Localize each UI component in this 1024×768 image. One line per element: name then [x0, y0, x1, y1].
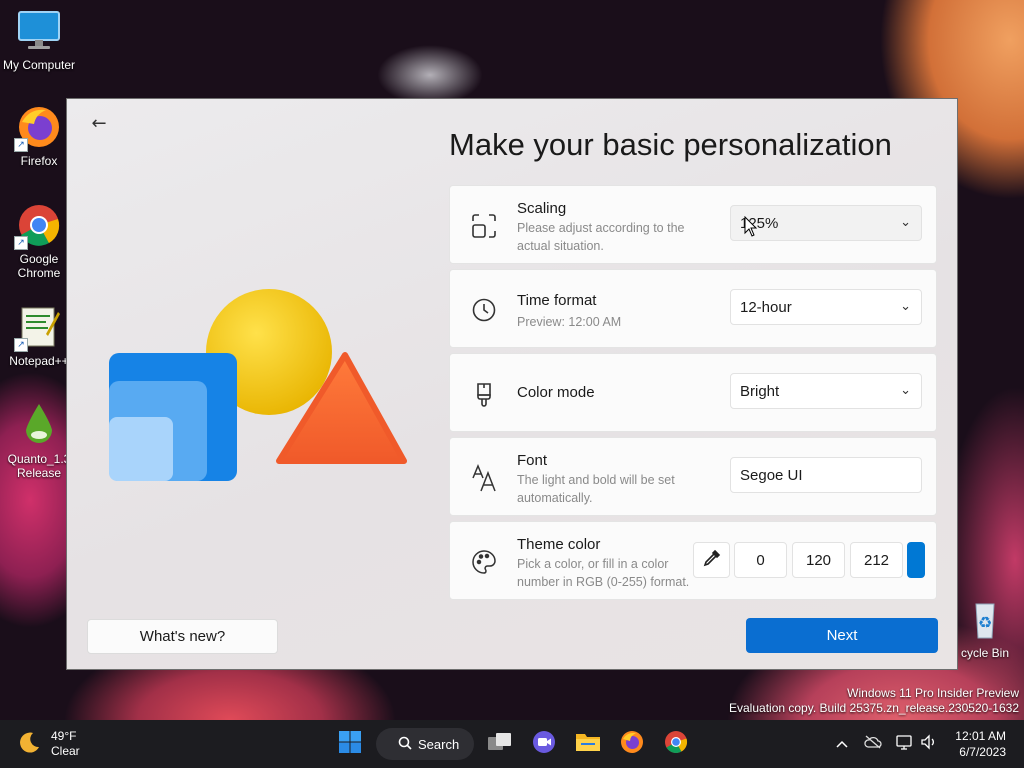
network-tray-button[interactable] — [894, 728, 916, 760]
shortcut-arrow-icon: ↗ — [14, 338, 28, 352]
time-format-value: 12-hour — [740, 299, 792, 316]
time-format-dropdown[interactable]: 12-hour ⌄ — [730, 289, 922, 325]
windows-logo-icon — [338, 730, 362, 758]
chrome-taskbar-button[interactable] — [660, 728, 692, 760]
scaling-title: Scaling — [517, 200, 567, 217]
chevron-up-icon — [836, 737, 848, 752]
teams-chat-button[interactable] — [528, 728, 560, 760]
blue-value-input[interactable]: 212 — [850, 542, 903, 578]
network-icon — [896, 734, 914, 754]
firefox-icon: ↗ — [14, 104, 62, 152]
moon-icon — [18, 730, 42, 758]
volume-tray-button[interactable] — [918, 728, 940, 760]
svg-text:♻: ♻ — [978, 613, 992, 632]
weather-condition: Clear — [51, 744, 80, 758]
taskbar-search[interactable]: Search — [376, 728, 474, 760]
shortcut-arrow-icon: ↗ — [14, 236, 28, 250]
file-explorer-button[interactable] — [572, 728, 604, 760]
paint-brush-icon — [470, 380, 498, 408]
whats-new-button[interactable]: What's new? — [87, 619, 278, 654]
font-input[interactable]: Segoe UI — [730, 457, 922, 493]
eyedropper-icon — [703, 549, 721, 571]
mouse-cursor-icon — [744, 215, 758, 242]
desktop-icon-label: My Computer — [2, 58, 76, 72]
firefox-taskbar-button[interactable] — [616, 728, 648, 760]
chevron-down-icon: ⌄ — [900, 298, 911, 313]
font-title: Font — [517, 452, 548, 469]
quanto-drop-icon — [16, 402, 62, 448]
clock-date: 6/7/2023 — [959, 745, 1006, 759]
theme-color-title: Theme color — [517, 536, 601, 553]
eyedropper-button[interactable] — [693, 542, 730, 578]
chrome-icon — [664, 730, 688, 758]
watermark-line-1: Windows 11 Pro Insider Preview — [847, 686, 1019, 700]
back-button[interactable]: ← — [85, 109, 113, 137]
windows-watermark: Windows 11 Pro Insider Preview Evaluatio… — [729, 686, 1019, 716]
search-label: Search — [418, 736, 460, 752]
font-value: Segoe UI — [740, 467, 803, 484]
shortcut-arrow-icon: ↗ — [14, 138, 28, 152]
taskbar: 49°F Clear Search 12:01 AM 6/7/2023 — [0, 720, 1024, 768]
show-hidden-icons-button[interactable] — [832, 728, 852, 760]
theme-color-description: Pick a color, or fill in a color number … — [517, 557, 690, 589]
chevron-down-icon: ⌄ — [900, 382, 911, 397]
page-title: Make your basic personalization — [449, 127, 892, 162]
firefox-icon — [620, 730, 644, 758]
weather-temperature: 49°F — [51, 729, 77, 743]
speaker-icon — [920, 734, 938, 754]
scaling-setting-card: Scaling Please adjust according to the a… — [449, 185, 937, 264]
scaling-icon — [470, 212, 498, 240]
search-icon — [398, 736, 412, 753]
color-mode-dropdown[interactable]: Bright ⌄ — [730, 373, 922, 409]
system-clock[interactable]: 12:01 AM 6/7/2023 — [955, 728, 1006, 760]
color-mode-setting-card: Color mode Bright ⌄ — [449, 353, 937, 432]
scaling-dropdown[interactable]: 125% ⌄ — [730, 205, 922, 241]
font-setting-card: Font The light and bold will be set auto… — [449, 437, 937, 516]
color-swatch[interactable] — [907, 542, 925, 578]
green-value-input[interactable]: 120 — [792, 542, 845, 578]
theme-color-setting-card: Theme color Pick a color, or fill in a c… — [449, 521, 937, 600]
time-format-preview: Preview: 12:00 AM — [517, 315, 622, 329]
recycle-bin-icon: ♻ — [962, 596, 1008, 642]
clock-time: 12:01 AM — [955, 729, 1006, 743]
palette-icon — [470, 548, 498, 576]
decorative-illustration — [107, 289, 407, 489]
personalization-window: ← Make your basic personalization Scalin… — [66, 98, 958, 670]
notepad-plus-plus-icon: ↗ — [14, 304, 62, 352]
cloud-off-icon — [864, 735, 882, 753]
next-button[interactable]: Next — [746, 618, 938, 653]
desktop-icon-my-computer[interactable]: My Computer — [0, 8, 78, 72]
clock-icon — [470, 296, 498, 324]
time-format-setting-card: Time format Preview: 12:00 AM 12-hour ⌄ — [449, 269, 937, 348]
task-view-icon — [487, 731, 513, 757]
video-chat-icon — [532, 730, 556, 758]
weather-widget[interactable]: 49°F Clear — [18, 728, 80, 760]
chevron-down-icon: ⌄ — [900, 214, 911, 229]
chrome-icon: ↗ — [14, 202, 62, 250]
scaling-description: Please adjust according to the actual si… — [517, 221, 685, 253]
start-button[interactable] — [334, 728, 366, 760]
font-description: The light and bold will be set automatic… — [517, 473, 675, 505]
red-value-input[interactable]: 0 — [734, 542, 787, 578]
task-view-button[interactable] — [484, 728, 516, 760]
color-mode-title: Color mode — [517, 384, 595, 401]
back-arrow-icon: ← — [91, 112, 107, 134]
monitor-icon — [16, 8, 62, 54]
watermark-line-2: Evaluation copy. Build 25375.zn_release.… — [729, 701, 1019, 715]
font-icon — [470, 464, 498, 492]
onedrive-tray-button[interactable] — [862, 728, 884, 760]
color-mode-value: Bright — [740, 383, 780, 400]
folder-icon — [575, 731, 601, 757]
time-format-title: Time format — [517, 292, 597, 309]
